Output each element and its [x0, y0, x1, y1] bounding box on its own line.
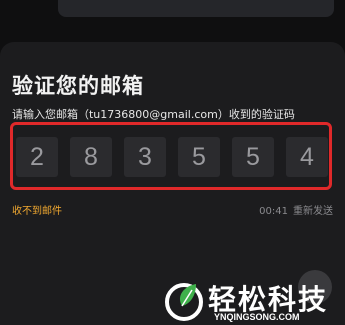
email-not-received-link[interactable]: 收不到邮件	[12, 202, 62, 217]
watermark-subtext: YNQINGSONG.COM	[214, 312, 300, 322]
watermark: 轻松科技 YNQINGSONG.COM	[162, 278, 345, 325]
code-digit-3[interactable]: 3	[124, 137, 166, 177]
code-digit-1[interactable]: 2	[16, 137, 58, 177]
verification-code-input[interactable]: 2 8 3 5 5 4	[16, 137, 336, 177]
code-digit-6[interactable]: 4	[286, 137, 328, 177]
top-card	[58, 0, 334, 17]
code-digit-4[interactable]: 5	[178, 137, 220, 177]
top-background	[0, 0, 345, 42]
countdown-timer: 00:41	[259, 206, 288, 217]
resend-button[interactable]: 重新发送	[293, 206, 333, 217]
leaf-logo-icon	[165, 283, 203, 321]
resend-countdown: 00:41 重新发送	[259, 202, 333, 217]
code-digit-2[interactable]: 8	[70, 137, 112, 177]
code-digit-5[interactable]: 5	[232, 137, 274, 177]
page-title: 验证您的邮箱	[12, 74, 144, 98]
page-subtitle: 请输入您邮箱（tu1736800@gmail.com）收到的验证码	[12, 108, 295, 121]
